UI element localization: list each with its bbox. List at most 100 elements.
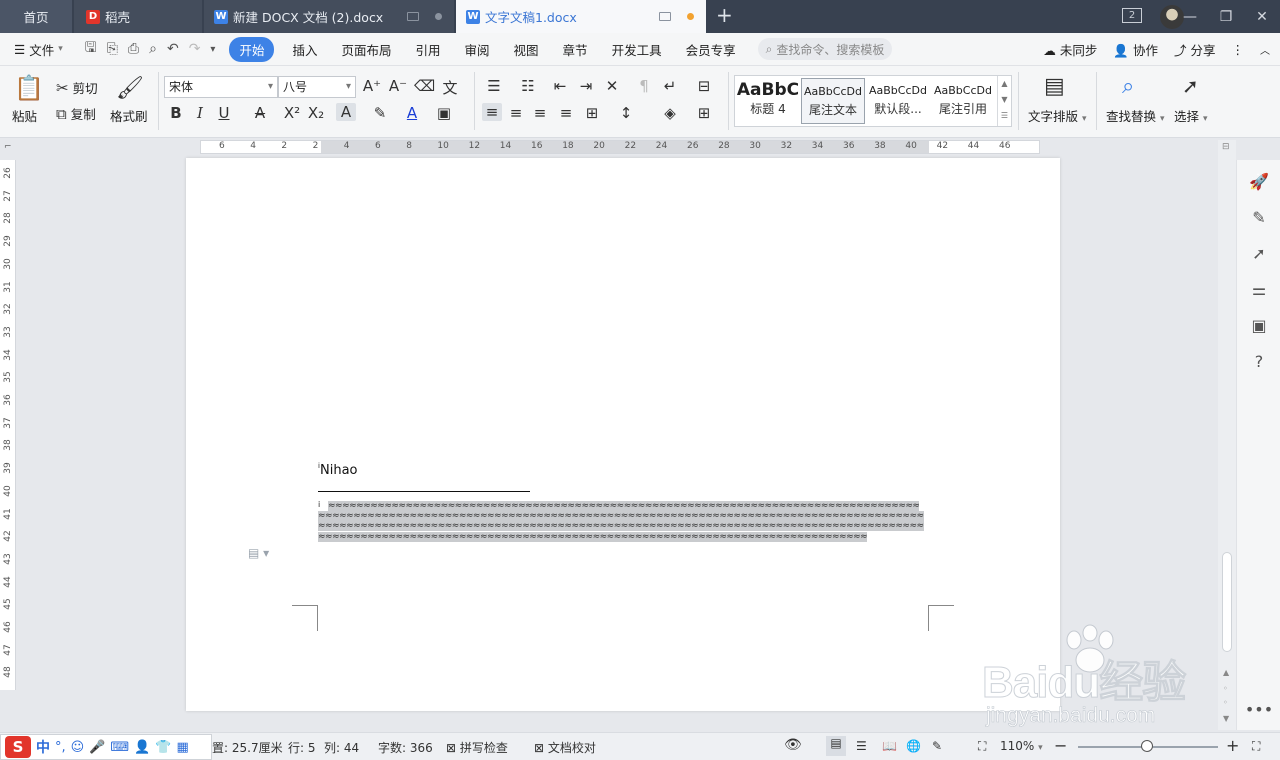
numbered-list-icon[interactable]: ☷ xyxy=(518,77,538,95)
doc-proof-button[interactable]: ⊠ 文档校对 xyxy=(534,739,596,756)
backup-icon[interactable]: ▣ xyxy=(1237,316,1280,335)
tab-ruler-icon[interactable]: ⊟ xyxy=(694,77,714,95)
font-size-select[interactable]: 八号 xyxy=(278,76,356,98)
write-view-icon[interactable]: ✎ xyxy=(932,739,942,753)
export-icon[interactable]: ⎘ xyxy=(107,41,118,57)
reading-view-icon[interactable]: 📖 xyxy=(882,739,897,753)
emoji-icon[interactable]: ☺ xyxy=(71,740,85,755)
align-left-icon[interactable]: ≡ xyxy=(482,103,502,121)
restore-icon[interactable]: ❐ xyxy=(1208,9,1244,25)
keyboard-icon[interactable]: ⌨ xyxy=(110,740,129,755)
share-button[interactable]: ⤴ 分享 xyxy=(1174,40,1216,59)
microphone-icon[interactable]: 🎤 xyxy=(89,740,105,755)
align-center-icon[interactable]: ≡ xyxy=(506,104,526,122)
font-color-icon[interactable]: A xyxy=(402,104,422,122)
tab-status-dot[interactable] xyxy=(435,13,442,20)
style-default-paragraph[interactable]: AaBbCcDd 默认段... xyxy=(866,78,930,124)
tab-developer[interactable]: 开发工具 xyxy=(600,40,674,59)
footnote-text[interactable]: ≈≈≈≈≈≈≈≈≈≈≈≈≈≈≈≈≈≈≈≈≈≈≈≈≈≈≈≈≈≈≈≈≈≈≈≈≈≈≈≈… xyxy=(318,501,926,542)
font-name-select[interactable]: 宋体 xyxy=(164,76,278,98)
highlight-icon[interactable]: ✎ xyxy=(370,104,390,122)
zoom-slider-handle[interactable] xyxy=(1141,740,1153,752)
collaborate-button[interactable]: 👤 协作 xyxy=(1113,40,1158,59)
page-view-icon[interactable]: ▤ xyxy=(826,736,846,756)
sogou-logo-icon[interactable]: S xyxy=(5,736,31,758)
print-preview-icon[interactable]: ⌕ xyxy=(149,41,157,57)
tab-document-2[interactable]: W 新建 DOCX 文档 (2).docx xyxy=(204,0,454,33)
status-position[interactable]: 置: 25.7厘米 xyxy=(212,739,283,756)
phonetic-guide-icon[interactable]: 文 xyxy=(440,77,460,98)
magnifier-icon[interactable]: ⌕ xyxy=(1122,74,1134,99)
scroll-up-icon[interactable]: ▲ xyxy=(1223,668,1229,677)
collapse-ribbon-icon[interactable]: ︿ xyxy=(1260,42,1270,57)
monitor-icon[interactable] xyxy=(407,12,419,21)
increase-indent-icon[interactable]: ⇥ xyxy=(576,77,596,95)
decrease-indent-icon[interactable]: ⇤ xyxy=(550,77,570,95)
distribute-icon[interactable]: ⊞ xyxy=(582,104,602,122)
tab-start[interactable]: 开始 xyxy=(229,36,275,62)
tab-home[interactable]: 首页 xyxy=(0,0,72,33)
command-search-input[interactable]: ⌕ 查找命令、搜索模板 xyxy=(757,38,892,60)
vertical-scrollbar[interactable]: ⊟ ▲ ◦ ◦ ▼ xyxy=(1218,140,1236,730)
status-line[interactable]: 行: 5 xyxy=(288,739,316,756)
help-icon[interactable]: ? xyxy=(1237,352,1280,371)
cut-button[interactable]: ✂ 剪切 xyxy=(56,78,98,97)
style-endnote-reference[interactable]: AaBbCcDd 尾注引用 xyxy=(931,78,995,124)
style-endnote-text[interactable]: AaBbCcDd 尾注文本 xyxy=(801,78,865,124)
tab-member[interactable]: 会员专享 xyxy=(674,40,748,59)
spell-check-button[interactable]: ⊠ 拼写检查 xyxy=(446,739,508,756)
show-marks-icon[interactable]: ¶ xyxy=(634,77,654,95)
minimize-icon[interactable]: — xyxy=(1172,9,1208,25)
paste-button[interactable]: 📋 xyxy=(12,74,46,102)
document-page[interactable]: i Nihao i ≈≈≈≈≈≈≈≈≈≈≈≈≈≈≈≈≈≈≈≈≈≈≈≈≈≈≈≈≈≈… xyxy=(186,158,1060,711)
paragraph-layout-icon[interactable]: ▤ ▾ xyxy=(248,546,269,560)
shrink-font-icon[interactable]: A⁻ xyxy=(388,77,408,95)
status-word-count[interactable]: 字数: 366 xyxy=(378,739,433,756)
styles-scroll[interactable]: ▲ ▼ ☰ xyxy=(997,76,1011,126)
outline-view-icon[interactable]: ☰ xyxy=(856,739,867,753)
char-border-icon[interactable]: ▣ xyxy=(434,104,454,122)
fit-page-icon[interactable]: ⛶ xyxy=(978,739,986,754)
scroll-collapse-icon[interactable]: ⊟ xyxy=(1222,142,1230,152)
more-icon[interactable]: ⋮ xyxy=(1232,42,1245,57)
cursor-arrow-icon[interactable]: ➚ xyxy=(1182,74,1199,98)
document-heading[interactable]: Nihao xyxy=(320,463,358,478)
sync-button[interactable]: ☁ 未同步 xyxy=(1043,40,1097,59)
ruler-toggle-icon[interactable]: ⌐ xyxy=(4,142,12,152)
tab-chapter[interactable]: 章节 xyxy=(551,40,600,59)
tab-daoke[interactable]: D 稻壳 xyxy=(74,0,202,33)
zoom-select[interactable]: 110% ▾ xyxy=(1000,739,1043,753)
pen-icon[interactable]: ✎ xyxy=(1237,208,1280,227)
tab-review[interactable]: 审阅 xyxy=(453,40,502,59)
text-layout-button[interactable]: 文字排版 ▾ xyxy=(1028,106,1087,125)
select-button[interactable]: 选择 ▾ xyxy=(1174,106,1208,125)
tab-insert[interactable]: 插入 xyxy=(280,40,329,59)
web-view-icon[interactable]: 🌐 xyxy=(906,739,921,753)
eye-protection-icon[interactable]: 👁 xyxy=(784,737,802,753)
vertical-ruler[interactable]: 26 27 28 29 30 31 32 33 34 35 36 37 38 39 40 41 42 43 44 45… xyxy=(0,160,16,690)
align-right-icon[interactable]: ≡ xyxy=(530,104,550,122)
grow-font-icon[interactable]: A⁺ xyxy=(362,77,382,95)
subscript-icon[interactable]: X₂ xyxy=(306,104,326,122)
more-options-icon[interactable]: ••• xyxy=(1237,700,1280,719)
find-replace-button[interactable]: 查找替换 ▾ xyxy=(1106,106,1165,125)
customize-icon[interactable]: ▾ xyxy=(210,44,215,55)
shading-icon[interactable]: ◈ xyxy=(660,104,680,122)
italic-icon[interactable]: I xyxy=(190,104,210,122)
fullscreen-icon[interactable]: ⛶ xyxy=(1252,739,1260,754)
superscript-icon[interactable]: X² xyxy=(282,104,302,122)
close-icon[interactable]: ✕ xyxy=(1244,9,1280,25)
paragraph-mark-icon[interactable]: ↵ xyxy=(660,77,680,95)
scrollbar-thumb[interactable] xyxy=(1222,552,1232,652)
ime-mode[interactable]: 中 xyxy=(36,737,50,757)
chinese-layout-icon[interactable]: ✕ xyxy=(602,77,622,95)
copy-button[interactable]: ⧉ 复制 xyxy=(56,104,96,123)
user-icon[interactable]: 👤 xyxy=(134,740,150,755)
print-icon[interactable]: ⎙ xyxy=(128,41,139,57)
format-painter-icon[interactable]: 🖌 xyxy=(116,76,144,101)
text-effect-icon[interactable]: A xyxy=(336,103,356,121)
tab-document-1[interactable]: W 文字文稿1.docx xyxy=(456,0,706,33)
paste-label[interactable]: 粘贴 xyxy=(12,106,37,125)
save-icon[interactable]: 🖫 xyxy=(85,37,97,61)
window-count-badge[interactable]: 2 xyxy=(1122,8,1142,23)
